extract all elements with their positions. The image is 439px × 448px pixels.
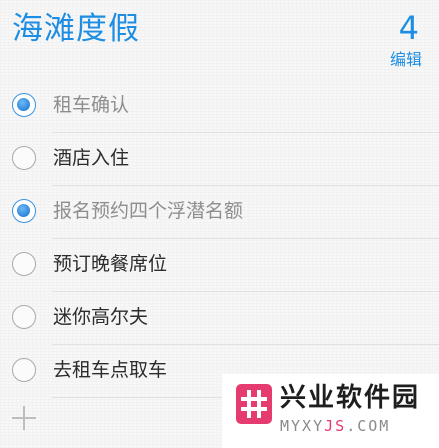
circle-checkbox-icon[interactable] [12, 358, 36, 382]
reminder-label[interactable]: 迷你高尔夫 [53, 305, 148, 329]
reminder-label[interactable]: 去租车点取车 [53, 358, 167, 382]
circle-checkbox-icon[interactable] [12, 93, 36, 117]
circle-checkbox-icon[interactable] [12, 146, 36, 170]
circle-checkbox-icon[interactable] [12, 252, 36, 276]
edit-button[interactable]: 编辑 [390, 50, 422, 70]
circle-checkbox-icon[interactable] [12, 199, 36, 223]
list-item[interactable]: 预订晚餐席位 [0, 239, 439, 292]
reminder-list: 租车确认 酒店入住 报名预约四个浮潜名额 预订晚餐席位 迷你高尔夫 去租车点取车 [0, 80, 439, 398]
reminder-label[interactable]: 租车确认 [53, 93, 129, 117]
watermark-url-part: MYXY [280, 417, 325, 435]
watermark-url: MYXYJS.COM [280, 417, 390, 435]
watermark-url-part: JS [324, 417, 347, 435]
list-title: 海滩度假 [12, 11, 140, 47]
list-header: 海滩度假 4 编辑 [0, 0, 439, 80]
reminder-label[interactable]: 酒店入住 [53, 146, 129, 170]
list-item[interactable]: 租车确认 [0, 80, 439, 133]
hash-logo-icon [236, 384, 272, 424]
watermark: 兴业软件园 MYXYJS.COM [222, 374, 439, 448]
list-item[interactable]: 报名预约四个浮潜名额 [0, 186, 439, 239]
reminder-label[interactable]: 报名预约四个浮潜名额 [53, 199, 243, 223]
list-item[interactable]: 酒店入住 [0, 133, 439, 186]
circle-checkbox-icon[interactable] [12, 305, 36, 329]
watermark-url-part: .COM [346, 417, 391, 435]
list-item[interactable]: 迷你高尔夫 [0, 292, 439, 345]
reminder-count: 4 [398, 9, 419, 47]
watermark-brand: 兴业软件园 [280, 383, 421, 413]
add-reminder-plus-icon[interactable] [12, 406, 36, 430]
reminder-label[interactable]: 预订晚餐席位 [53, 252, 167, 276]
